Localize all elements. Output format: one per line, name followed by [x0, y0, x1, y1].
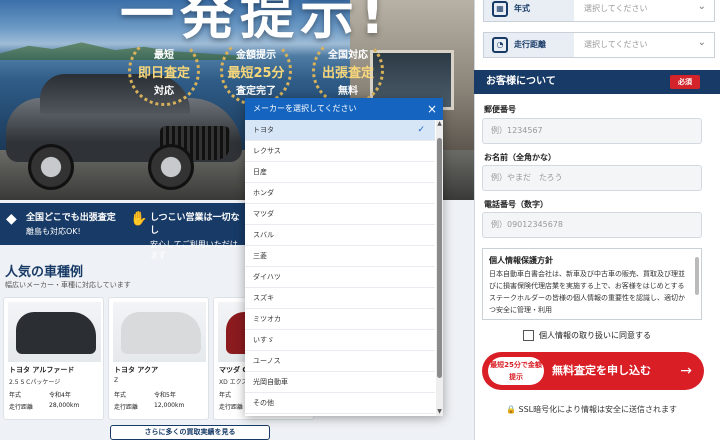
- option-mitsuoka-motor[interactable]: 光岡自動車: [245, 372, 435, 393]
- option-mazda[interactable]: マツダ: [245, 204, 435, 225]
- arrow-right-icon: →: [680, 363, 692, 379]
- lock-icon: 🔒: [506, 405, 516, 414]
- feature-no-pressure: ✋ しつこい営業は一切なし 安心してご利用いただけます: [130, 211, 240, 260]
- car-card[interactable]: トヨタ アクア Z 年式 令和5年 走行距離 12,000km: [108, 297, 209, 420]
- car-image: [0, 72, 250, 192]
- dropdown-scrollbar[interactable]: ▲ ▼: [436, 120, 443, 416]
- badge-same-day: 最短 即日査定 対応: [128, 36, 200, 106]
- close-icon[interactable]: ×: [427, 98, 437, 120]
- check-icon: ✓: [417, 125, 425, 135]
- badge-25-minutes: 金額提示 最短25分 査定完了: [220, 36, 292, 106]
- scroll-thumb[interactable]: [437, 138, 442, 378]
- required-badge: 必須: [670, 75, 700, 89]
- handshake-icon: ✋: [130, 211, 148, 227]
- feature-nationwide: ◆ 全国どこでも出張査定 離島も対応OK!: [6, 211, 116, 236]
- speedometer-icon: ◔: [492, 37, 508, 53]
- badge-free-visit: 全国対応 出張査定 無料: [312, 36, 384, 106]
- option-daihatsu[interactable]: ダイハツ: [245, 267, 435, 288]
- name-label: お名前（全角かな）: [484, 153, 556, 162]
- scroll-up-icon[interactable]: ▲: [436, 120, 443, 128]
- option-honda[interactable]: ホンダ: [245, 183, 435, 204]
- mileage-select[interactable]: 走行距離 ◔ 選択してください ⌄: [483, 32, 715, 58]
- agree-checkbox[interactable]: [523, 330, 534, 341]
- privacy-scrollbar[interactable]: [695, 257, 699, 295]
- feature-bar: ◆ 全国どこでも出張査定 離島も対応OK! ✋ しつこい営業は一切なし 安心して…: [0, 203, 245, 260]
- car-photo: [16, 312, 96, 354]
- privacy-policy-box[interactable]: 個人情報保護方針 日本自動車白書会社は、新車及び中古車の販売、買取及び理並びに損…: [482, 248, 702, 320]
- car-card[interactable]: トヨタ アルファード 2.5 S Cパッケージ 年式 令和4年 走行距離 28,00…: [3, 297, 104, 420]
- phone-input[interactable]: 例）09012345678: [482, 212, 702, 238]
- option-toyota[interactable]: トヨタ ✓: [245, 120, 435, 141]
- option-mitsuoka[interactable]: ミツオカ: [245, 309, 435, 330]
- chevron-down-icon: ⌄: [697, 1, 706, 12]
- option-subaru[interactable]: スバル: [245, 225, 435, 246]
- postal-label: 郵便番号: [484, 105, 516, 114]
- calendar-icon: ▦: [492, 1, 508, 17]
- car-photo: [121, 312, 201, 354]
- option-other[interactable]: その他: [245, 393, 435, 414]
- popular-title: 人気の車種例: [5, 265, 84, 280]
- option-lexus[interactable]: レクサス: [245, 141, 435, 162]
- chevron-down-icon: ⌄: [697, 37, 706, 48]
- agree-label[interactable]: 個人情報の取り扱いに同意する: [539, 330, 651, 341]
- year-select[interactable]: 年式 ▦ 選択してください ⌄: [483, 0, 715, 22]
- phone-label: 電話番号（数字）: [484, 200, 548, 209]
- option-isuzu[interactable]: いすゞ: [245, 330, 435, 351]
- option-nissan[interactable]: 日産: [245, 162, 435, 183]
- more-results-button[interactable]: さらに多くの買取実績を見る: [110, 425, 270, 440]
- ssl-note: 🔒 SSL暗号化により情報は安全に送信されます: [506, 405, 677, 414]
- postal-input[interactable]: 例）1234567: [482, 118, 702, 144]
- option-mitsubishi[interactable]: 三菱: [245, 246, 435, 267]
- dropdown-header: メーカーを選択してください ×: [245, 98, 443, 120]
- scroll-down-icon[interactable]: ▼: [436, 408, 443, 416]
- option-eunos[interactable]: ユーノス: [245, 351, 435, 372]
- name-input[interactable]: 例）やまだ たろう: [482, 165, 702, 191]
- option-suzuki[interactable]: スズキ: [245, 288, 435, 309]
- submit-button[interactable]: 最短25分で金額提示 無料査定を申し込む →: [482, 352, 704, 390]
- maker-options-list: トヨタ ✓ レクサス 日産 ホンダ マツダ スバル 三菱 ダイハツ スズキ ミツオ…: [245, 120, 437, 416]
- popular-subtitle: 幅広いメーカー・車種に対応しています: [5, 281, 131, 289]
- japan-map-icon: ◆: [6, 211, 17, 227]
- maker-dropdown: メーカーを選択してください × トヨタ ✓ レクサス 日産 ホンダ マツダ スバル…: [245, 98, 443, 416]
